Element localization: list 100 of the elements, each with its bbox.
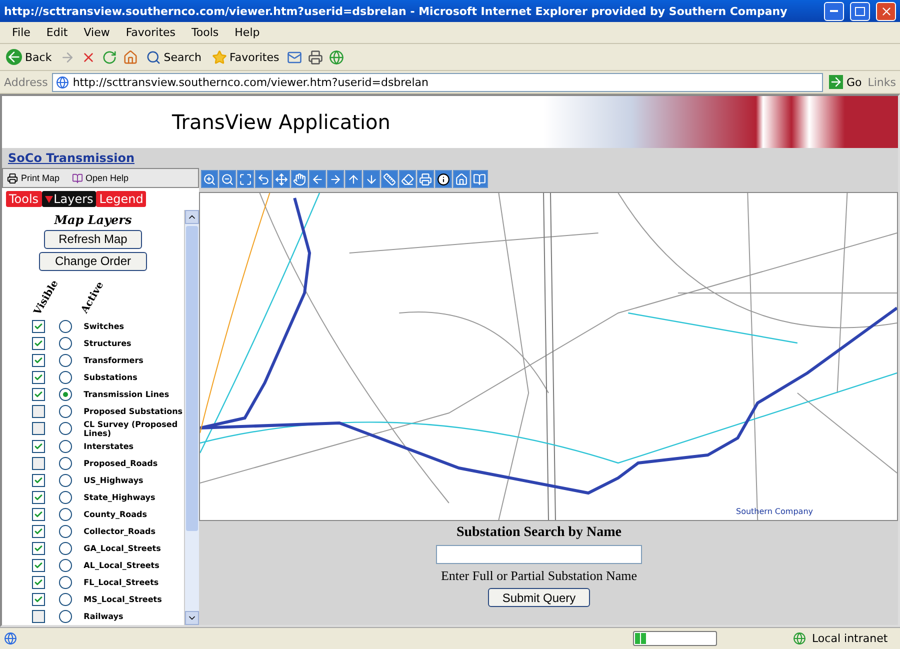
search-icon [146,50,161,64]
active-radio[interactable] [58,354,72,367]
map-view[interactable]: Southern Company [199,192,898,521]
panel-tab[interactable]: Tools [6,191,42,207]
visible-checkbox[interactable] [32,576,45,589]
visible-checkbox[interactable] [32,404,45,418]
visible-checkbox[interactable] [32,456,45,470]
substation-search-field[interactable] [436,545,642,564]
down-arrow-icon [365,172,378,186]
active-radio[interactable] [58,592,72,606]
visible-checkbox[interactable] [32,524,45,538]
scroll-up-button[interactable] [185,210,199,224]
close-icon [880,4,892,18]
book-icon [473,172,486,186]
visible-checkbox[interactable] [32,558,45,572]
menu-item[interactable]: View [76,26,118,39]
close-button[interactable] [876,2,896,20]
active-radio[interactable] [58,524,72,538]
zoom-out-icon [221,172,234,186]
visible-checkbox[interactable] [32,388,45,401]
panel-button[interactable]: Refresh Map [44,230,142,249]
layer-name: Proposed_Roads [84,458,159,468]
visible-checkbox[interactable] [32,440,45,453]
layer-name: Substations [84,372,138,382]
active-radio[interactable] [58,320,72,333]
printer-icon [419,172,432,186]
panel-button[interactable]: Change Order [39,252,147,271]
menu-item[interactable]: Tools [184,26,227,39]
globe-icon [793,632,806,645]
restore-button[interactable] [850,2,870,20]
visible-checkbox[interactable] [32,592,45,606]
active-radio[interactable] [58,542,72,555]
menu-item[interactable]: Edit [38,26,76,39]
active-radio[interactable] [58,404,72,418]
layer-name: Transformers [84,356,144,365]
address-field[interactable]: http://scttransview.southernco.com/viewer.htm?userid=dsbrelan [52,72,824,92]
map-credit: Southern Company [736,507,813,516]
printer-icon[interactable] [308,50,324,64]
layer-name: AL_Local_Streets [84,560,160,570]
layer-name: Collector_Roads [84,526,156,536]
mail-icon[interactable] [287,50,302,64]
visible-checkbox[interactable] [32,354,45,367]
panel-tab[interactable]: Legend [96,191,146,207]
address-label: Address [4,76,48,88]
menu-item[interactable]: File [4,26,38,39]
menu-item[interactable]: Help [226,26,268,39]
active-radio[interactable] [58,508,72,521]
visible-checkbox[interactable] [32,474,45,487]
page-icon [56,76,69,88]
active-radio[interactable] [58,370,72,384]
move-icon [275,172,288,186]
left-arrow-icon [311,172,324,186]
active-radio[interactable] [58,388,72,401]
layer-name: CL Survey (Proposed Lines) [84,420,179,438]
minimize-button[interactable] [824,2,844,20]
home-icon[interactable] [122,50,138,64]
home-link[interactable]: SoCo Transmission [8,151,134,165]
active-radio[interactable] [58,456,72,470]
toolbar-button[interactable]: Favorites [210,48,282,66]
scroll-down-button[interactable] [185,611,199,625]
go-button[interactable]: Go [827,73,864,91]
visible-checkbox[interactable] [32,422,45,436]
active-radio[interactable] [58,558,72,572]
refresh-icon[interactable] [102,50,117,64]
active-radio[interactable] [58,440,72,453]
printer-icon [7,172,18,184]
visible-checkbox[interactable] [32,370,45,384]
layer-name: State_Highways [84,492,156,502]
toolbar-button[interactable]: Search [144,48,204,66]
map-tool-button[interactable] [435,170,452,188]
active-radio[interactable] [58,490,72,504]
menu-item[interactable]: Favorites [118,26,184,39]
layer-name: Transmission Lines [84,390,170,399]
zoom-in-icon [203,172,216,186]
submit-query-button[interactable]: Submit Query [488,588,590,607]
visible-checkbox[interactable] [32,490,45,504]
book-icon [72,172,83,184]
visible-checkbox[interactable] [32,508,45,521]
home-icon [455,172,468,186]
active-radio[interactable] [58,474,72,487]
globe-icon[interactable] [329,50,344,64]
active-radio[interactable] [58,576,72,589]
visible-checkbox[interactable] [32,542,45,555]
zoom-extent-icon [239,172,252,186]
active-radio[interactable] [58,422,72,436]
active-radio[interactable] [58,610,72,623]
scrollbar-thumb[interactable] [186,226,198,531]
visible-checkbox[interactable] [32,610,45,623]
star-icon [212,50,227,64]
toolbar-button[interactable]: Back [4,47,54,67]
layer-name: Railways [84,612,124,621]
active-radio[interactable] [58,336,72,350]
ruler-icon [383,172,396,186]
visible-checkbox[interactable] [32,336,45,350]
visible-checkbox[interactable] [32,320,45,333]
panel-tab[interactable]: Layers [42,191,96,207]
links-label[interactable]: Links [868,76,896,88]
action-link[interactable]: Print Map [7,172,60,184]
action-link[interactable]: Open Help [72,172,129,184]
layer-name: Proposed Substations [84,406,184,416]
